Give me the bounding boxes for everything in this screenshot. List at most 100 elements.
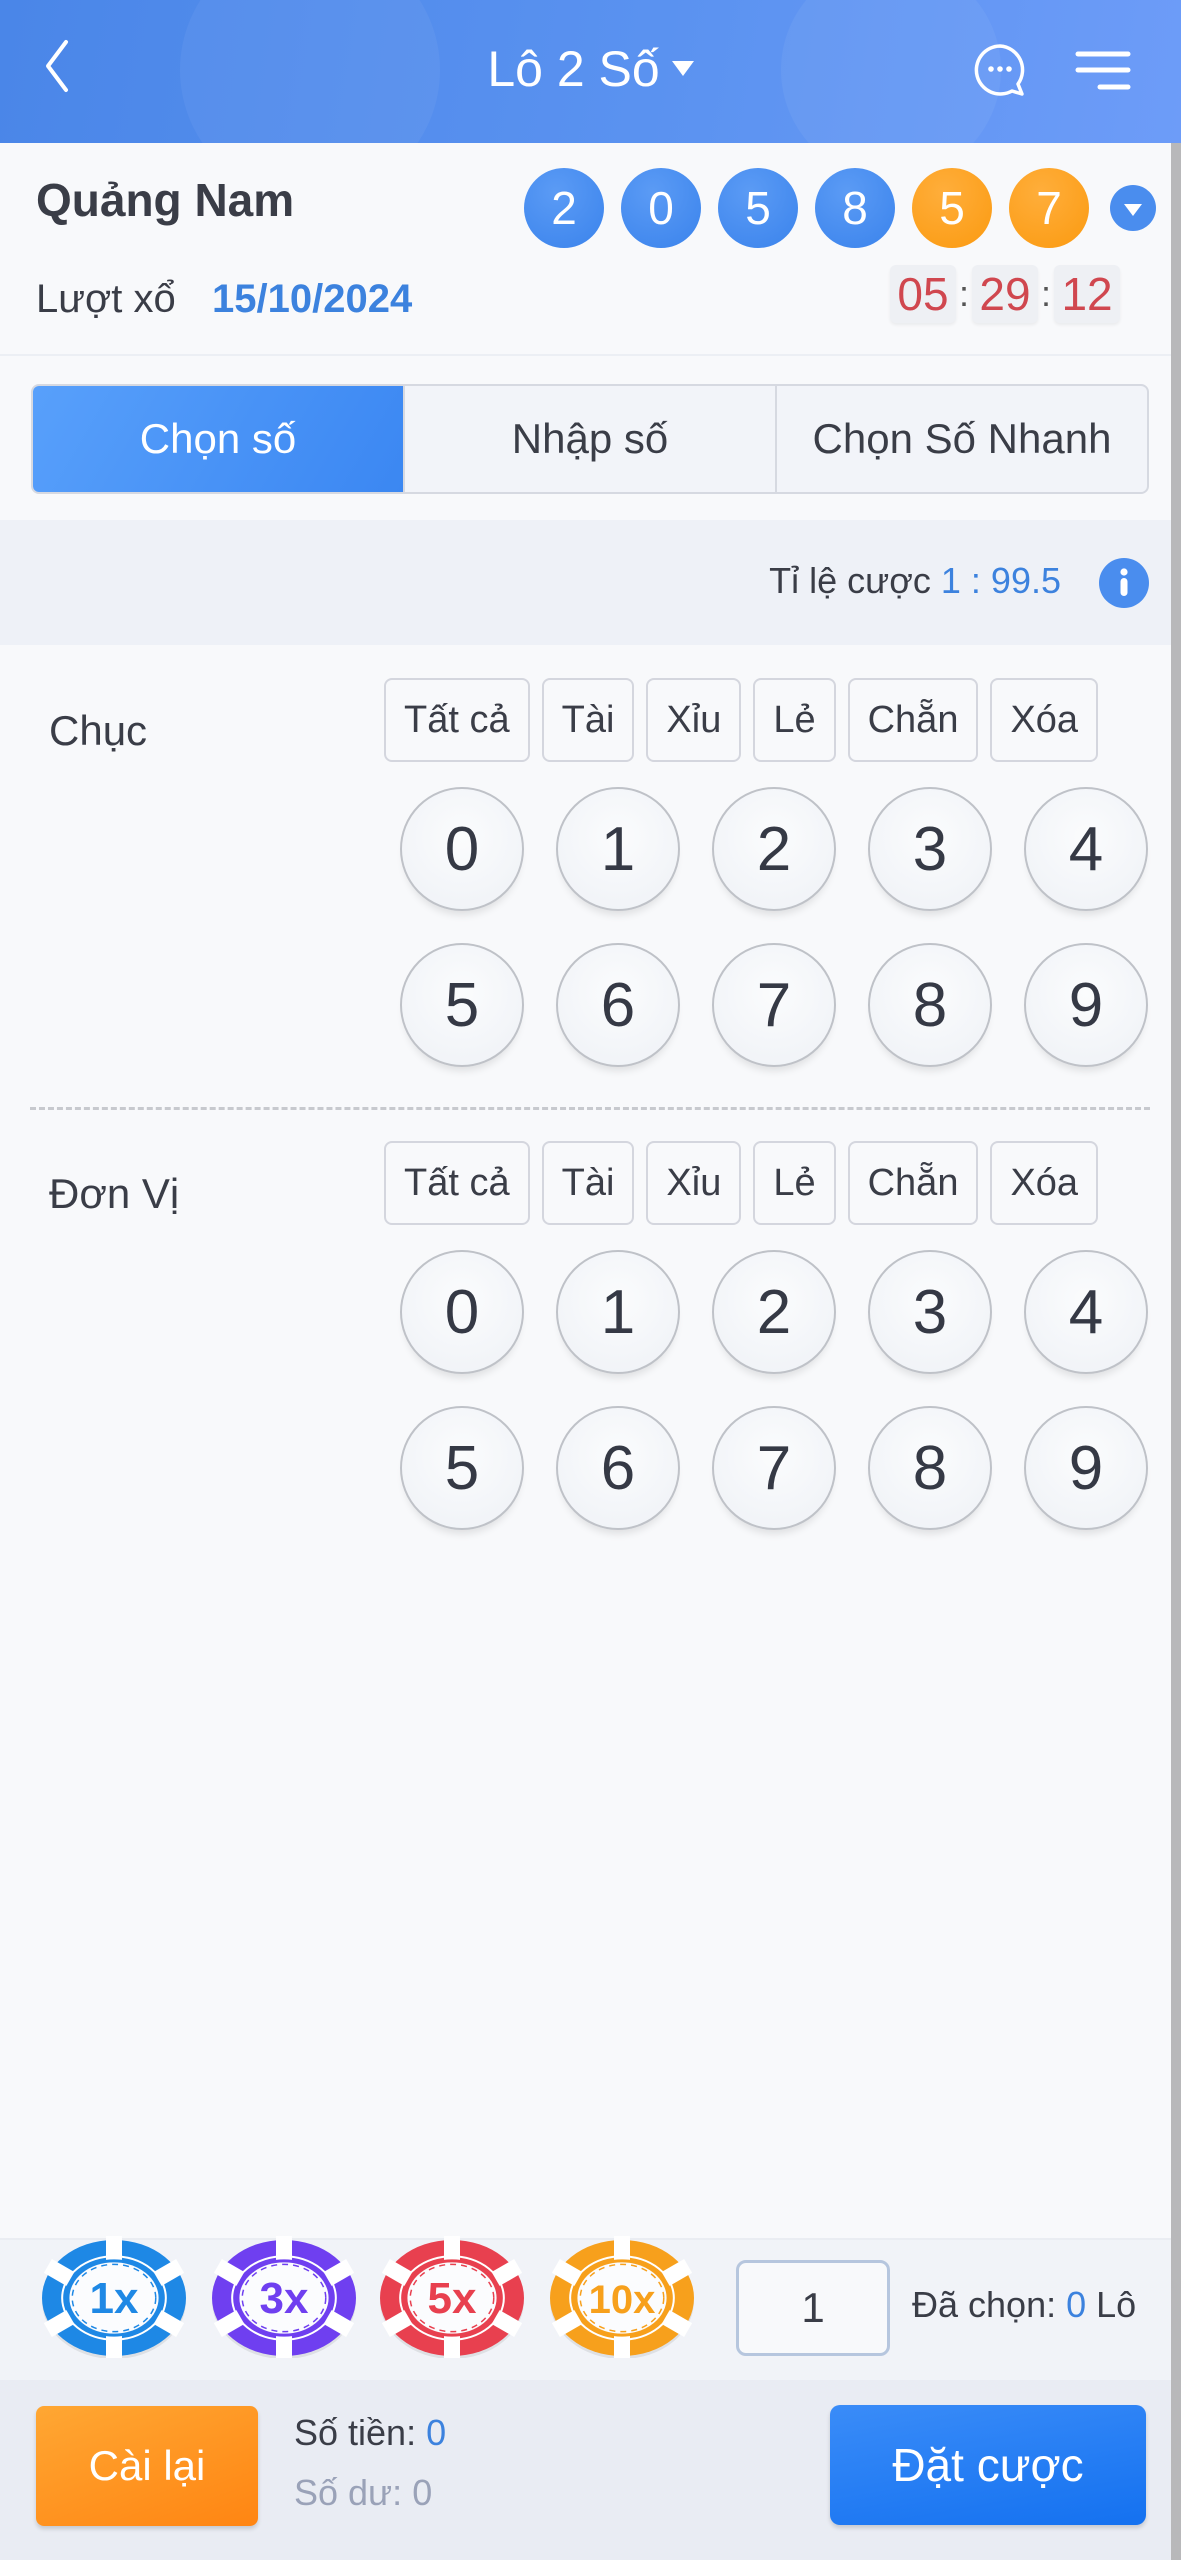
tens-number-ball[interactable]: 7	[712, 943, 836, 1067]
chip-label: 5x	[428, 2274, 477, 2323]
selected-count-info: Đã chọn: 0 Lô	[912, 2284, 1136, 2326]
tens-number-ball[interactable]: 0	[400, 787, 524, 911]
units-number-grid: 0 1 2 3 4 5 6 7 8 9	[400, 1250, 1148, 1530]
tab-enter-number[interactable]: Nhập số	[403, 386, 775, 492]
caret-down-icon	[1124, 203, 1142, 216]
tens-number-ball[interactable]: 2	[712, 787, 836, 911]
odds-label: Tỉ lệ cược	[769, 560, 931, 601]
result-ball: 5	[718, 168, 798, 248]
units-number-ball[interactable]: 7	[712, 1406, 836, 1530]
scrollbar[interactable]	[1171, 143, 1181, 2560]
page-title: Lô 2 Số	[487, 41, 660, 97]
info-icon	[1120, 568, 1128, 596]
tens-number-grid: 0 1 2 3 4 5 6 7 8 9	[400, 787, 1148, 1067]
balance-value: 0	[412, 2472, 433, 2513]
province-name: Quảng Nam	[36, 174, 295, 226]
section-label-tens: Chục	[49, 707, 148, 754]
bet-amount-label: Số tiền:	[294, 2412, 417, 2453]
timer-hours: 05	[890, 265, 956, 323]
mode-tabs-container: Chọn số Nhập số Chọn Số Nhanh	[0, 358, 1171, 518]
bet-amount-value: 0	[426, 2412, 447, 2453]
units-quick-buttons: Tất cả Tài Xỉu Lẻ Chẵn Xóa	[384, 1141, 1099, 1225]
units-small-button[interactable]: Xỉu	[646, 1141, 742, 1225]
menu-button[interactable]	[1075, 50, 1131, 92]
caret-down-icon	[671, 61, 694, 77]
selected-label: Đã chọn:	[912, 2284, 1057, 2325]
timer-minutes: 29	[972, 265, 1039, 323]
units-clear-button[interactable]: Xóa	[990, 1141, 1099, 1225]
chat-button[interactable]	[970, 40, 1030, 100]
section-divider	[30, 1107, 1150, 1110]
chip-label: 10x	[589, 2278, 656, 2322]
tens-even-button[interactable]: Chẵn	[847, 678, 979, 762]
reset-button[interactable]: Cài lại	[36, 2406, 258, 2526]
results-expand-button[interactable]	[1110, 185, 1156, 231]
units-number-ball[interactable]: 5	[400, 1406, 524, 1530]
result-ball: 8	[815, 168, 895, 248]
balance-label: Số dư:	[294, 2472, 403, 2513]
odds-text: Tỉ lệ cược 1 : 99.5	[769, 560, 1061, 602]
units-odd-button[interactable]: Lẻ	[753, 1141, 836, 1225]
selected-unit: Lô	[1096, 2284, 1137, 2325]
units-select-all-button[interactable]: Tất cả	[384, 1141, 530, 1225]
chip-1x[interactable]: 1x	[40, 2233, 188, 2363]
result-ball: 0	[621, 168, 701, 248]
chip-5x[interactable]: 5x	[378, 2233, 526, 2363]
units-big-button[interactable]: Tài	[541, 1141, 635, 1225]
tens-small-button[interactable]: Xỉu	[646, 678, 742, 762]
balance: Số dư: 0	[294, 2472, 432, 2514]
section-label-units: Đơn Vị	[49, 1170, 180, 1217]
result-ball: 5	[912, 168, 992, 248]
tens-number-ball[interactable]: 4	[1024, 787, 1148, 911]
tens-number-ball[interactable]: 6	[556, 943, 680, 1067]
countdown-timer: 05 : 29 : 12	[890, 265, 1121, 323]
tens-number-ball[interactable]: 5	[400, 943, 524, 1067]
units-number-ball[interactable]: 2	[712, 1250, 836, 1374]
odds-bar: Tỉ lệ cược 1 : 99.5	[0, 520, 1171, 645]
chip-3x[interactable]: 3x	[210, 2233, 358, 2363]
units-number-ball[interactable]: 8	[868, 1406, 992, 1530]
chip-label: 3x	[260, 2274, 309, 2323]
mode-tabs: Chọn số Nhập số Chọn Số Nhanh	[31, 384, 1149, 494]
draw-label: Lượt xổ	[36, 277, 176, 321]
odds-info-button[interactable]	[1099, 558, 1149, 608]
units-number-ball[interactable]: 1	[556, 1250, 680, 1374]
chip-label: 1x	[90, 2274, 139, 2323]
timer-separator: :	[1041, 273, 1052, 314]
tab-quick-pick[interactable]: Chọn Số Nhanh	[775, 386, 1147, 492]
tens-number-ball[interactable]: 9	[1024, 943, 1148, 1067]
chip-icon: 3x	[212, 2233, 356, 2363]
tens-select-all-button[interactable]: Tất cả	[384, 678, 530, 762]
tab-choose-number[interactable]: Chọn số	[33, 386, 403, 492]
multiplier-input[interactable]	[736, 2260, 890, 2356]
units-number-ball[interactable]: 0	[400, 1250, 524, 1374]
draw-info-panel: Quảng Nam Lượt xổ 15/10/2024 2 0 5 8 5 7…	[0, 143, 1171, 356]
tens-number-ball[interactable]: 3	[868, 787, 992, 911]
tens-big-button[interactable]: Tài	[541, 678, 635, 762]
chip-icon: 5x	[380, 2233, 524, 2363]
bet-amount: Số tiền: 0	[294, 2412, 446, 2454]
result-balls: 2 0 5 8 5 7	[524, 168, 1156, 248]
chip-10x[interactable]: 10x	[548, 2233, 696, 2363]
tens-quick-buttons: Tất cả Tài Xỉu Lẻ Chẵn Xóa	[384, 678, 1099, 762]
tens-clear-button[interactable]: Xóa	[990, 678, 1099, 762]
tens-number-ball[interactable]: 8	[868, 943, 992, 1067]
units-number-ball[interactable]: 3	[868, 1250, 992, 1374]
menu-icon	[1075, 51, 1131, 90]
timer-separator: :	[959, 273, 970, 314]
units-number-ball[interactable]: 4	[1024, 1250, 1148, 1374]
timer-seconds: 12	[1054, 265, 1121, 323]
chip-icon: 10x	[550, 2233, 694, 2363]
selected-count: 0	[1066, 2284, 1087, 2325]
odds-value: 1 : 99.5	[940, 560, 1061, 601]
app-header: Lô 2 Số	[0, 0, 1181, 143]
chip-icon: 1x	[42, 2233, 186, 2363]
draw-date: 15/10/2024	[212, 277, 413, 321]
tens-odd-button[interactable]: Lẻ	[753, 678, 836, 762]
units-number-ball[interactable]: 6	[556, 1406, 680, 1530]
units-number-ball[interactable]: 9	[1024, 1406, 1148, 1530]
result-ball: 7	[1009, 168, 1089, 248]
tens-number-ball[interactable]: 1	[556, 787, 680, 911]
place-bet-button[interactable]: Đặt cược	[830, 2405, 1146, 2525]
units-even-button[interactable]: Chẵn	[847, 1141, 979, 1225]
